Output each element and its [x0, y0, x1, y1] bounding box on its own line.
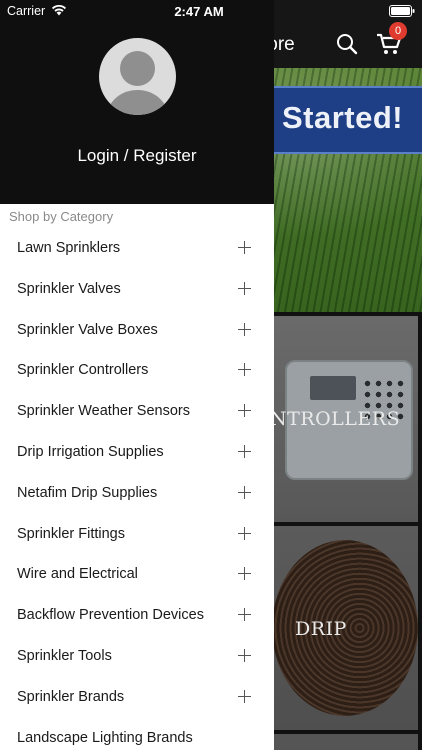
category-label: Lawn Sprinklers — [17, 240, 121, 256]
plus-icon[interactable] — [238, 526, 251, 540]
controller-display — [310, 376, 356, 400]
plus-icon[interactable] — [238, 322, 251, 336]
section-title-shop-by-category: Shop by Category — [9, 209, 114, 224]
search-icon[interactable] — [336, 33, 358, 55]
category-item-lawn-sprinklers[interactable]: Lawn Sprinklers — [0, 228, 274, 269]
category-item-drip-irrigation-supplies[interactable]: Drip Irrigation Supplies — [0, 432, 274, 473]
clock: 2:47 AM — [174, 4, 224, 19]
drawer-header: Login / Register — [0, 0, 274, 204]
plus-icon[interactable] — [238, 363, 251, 377]
avatar-head-shape — [120, 51, 155, 86]
category-item-sprinkler-valve-boxes[interactable]: Sprinkler Valve Boxes — [0, 310, 274, 351]
navigation-drawer: Login / Register Shop by Category Lawn S… — [0, 0, 274, 750]
category-label: Landscape Lighting Brands — [17, 729, 193, 746]
category-label: Sprinkler Valve Boxes — [17, 321, 158, 338]
plus-icon[interactable] — [238, 567, 251, 581]
tile-label-controllers: NTROLLERS — [270, 408, 401, 430]
category-item-sprinkler-controllers[interactable]: Sprinkler Controllers — [0, 350, 274, 391]
category-item-netafim-drip-supplies[interactable]: Netafim Drip Supplies — [0, 473, 274, 514]
category-label: Sprinkler Tools — [17, 647, 112, 664]
plus-icon[interactable] — [238, 404, 251, 418]
category-item-sprinkler-weather-sensors[interactable]: Sprinkler Weather Sensors — [0, 391, 274, 432]
category-label: Netafim Drip Supplies — [17, 484, 158, 501]
hero-banner-text: Started! — [282, 100, 404, 135]
status-bar: Carrier 2:47 AM — [0, 0, 422, 22]
avatar[interactable] — [99, 38, 176, 115]
category-label: Sprinkler Brands — [17, 688, 125, 705]
plus-icon[interactable] — [238, 281, 251, 295]
category-item-wire-and-electrical[interactable]: Wire and Electrical — [0, 554, 274, 595]
plus-icon[interactable] — [238, 444, 251, 458]
plus-icon[interactable] — [238, 689, 251, 703]
category-label: Sprinkler Fittings — [17, 525, 125, 542]
plus-icon[interactable] — [238, 608, 251, 622]
plus-icon[interactable] — [238, 648, 251, 662]
category-label: Sprinkler Valves — [17, 280, 121, 297]
battery-icon — [389, 5, 415, 17]
plus-icon[interactable] — [238, 485, 251, 499]
category-item-sprinkler-valves[interactable]: Sprinkler Valves — [0, 269, 274, 310]
category-item-backflow-prevention-devices[interactable]: Backflow Prevention Devices — [0, 595, 274, 636]
login-register-link[interactable]: Login / Register — [0, 146, 274, 166]
category-item-sprinkler-tools[interactable]: Sprinkler Tools — [0, 636, 274, 677]
category-item-sprinkler-brands[interactable]: Sprinkler Brands — [0, 677, 274, 718]
category-label: Backflow Prevention Devices — [17, 607, 204, 624]
category-item-landscape-lighting-brands[interactable]: Landscape Lighting Brands — [0, 718, 274, 750]
plus-icon[interactable] — [238, 241, 251, 254]
category-label: Sprinkler Controllers — [17, 362, 149, 379]
category-list: Lawn Sprinklers Sprinkler Valves Sprinkl… — [0, 228, 274, 750]
tile-label-drip: DRIP — [295, 618, 347, 640]
category-label: Wire and Electrical — [17, 566, 138, 583]
cart-count-badge: 0 — [389, 22, 407, 40]
category-label: Sprinkler Weather Sensors — [17, 403, 191, 420]
category-item-sprinkler-fittings[interactable]: Sprinkler Fittings — [0, 514, 274, 555]
category-label: Drip Irrigation Supplies — [17, 443, 164, 460]
avatar-body-shape — [105, 90, 170, 115]
